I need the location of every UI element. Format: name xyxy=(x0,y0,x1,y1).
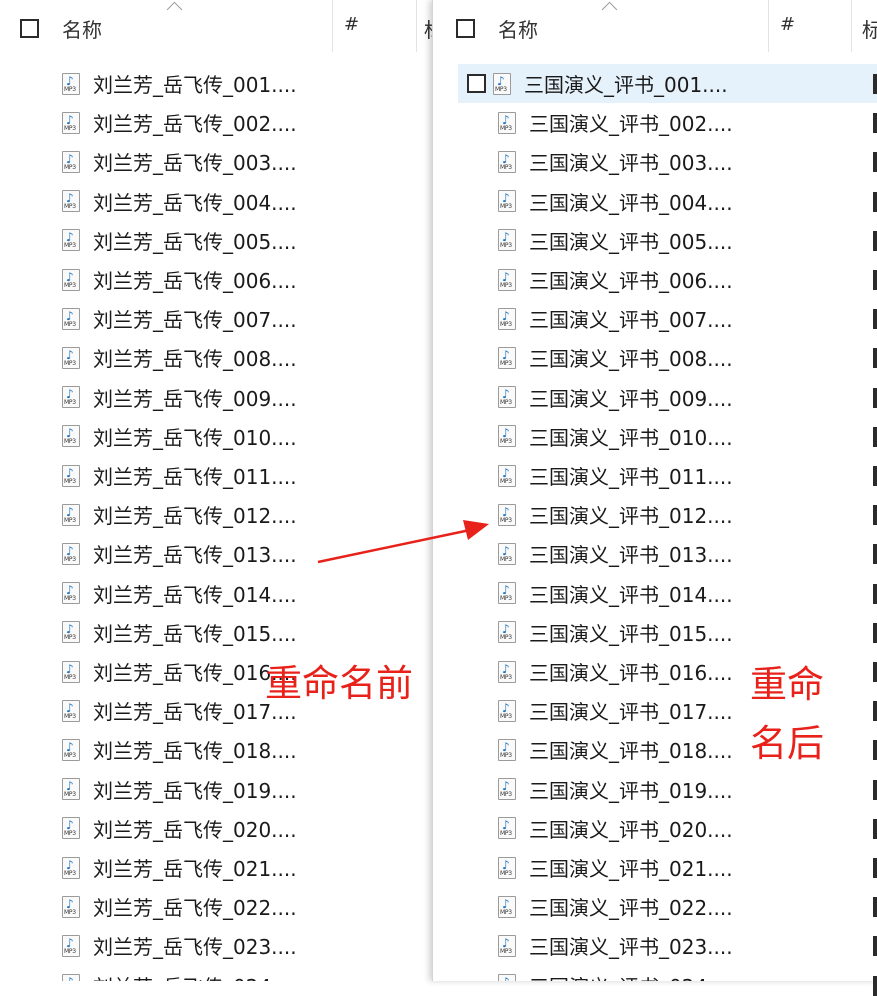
arrow-head xyxy=(463,520,489,540)
arrow-shaft xyxy=(317,528,471,564)
rename-arrow xyxy=(317,520,489,564)
